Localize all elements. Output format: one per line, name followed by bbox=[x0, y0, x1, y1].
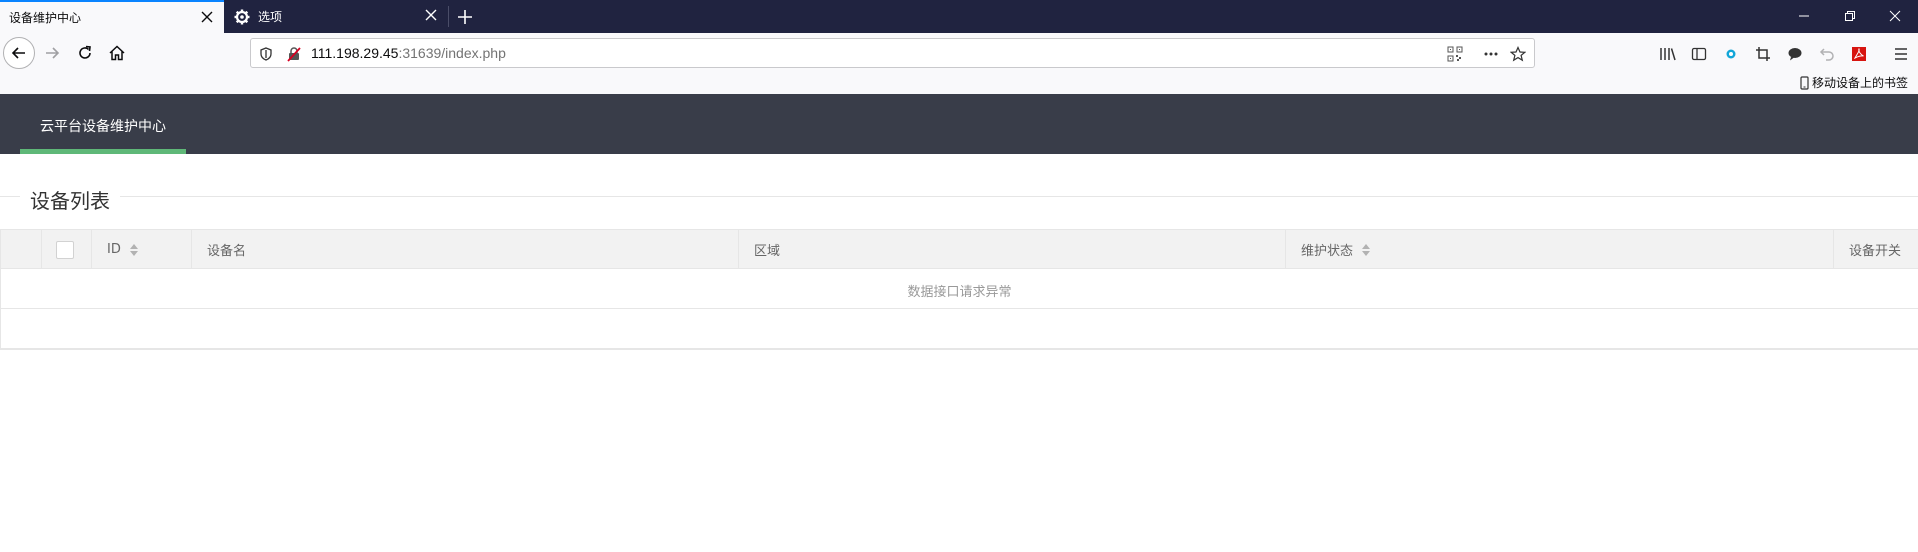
tab-title: 选项 bbox=[258, 10, 283, 24]
column-header-status[interactable]: 维护状态 bbox=[1286, 230, 1834, 269]
column-header-id[interactable]: ID bbox=[92, 230, 192, 269]
column-header-switch: 设备开关 bbox=[1834, 230, 1918, 269]
column-header-label: 设备开关 bbox=[1849, 244, 1902, 259]
tab-separator bbox=[448, 6, 449, 27]
arrow-left-icon bbox=[11, 47, 25, 59]
navigation-toolbar: 111.198.29.45:31639/index.php bbox=[0, 33, 1918, 73]
column-header-device-name: 设备名 bbox=[192, 230, 739, 269]
header-cell-blank bbox=[1, 230, 42, 269]
menu-icon[interactable] bbox=[1891, 44, 1911, 64]
close-icon bbox=[1889, 10, 1901, 21]
forward-button[interactable] bbox=[36, 37, 68, 69]
sidebar-icon[interactable] bbox=[1689, 44, 1709, 64]
window-close-button[interactable] bbox=[1872, 0, 1918, 31]
extension-blue-icon[interactable] bbox=[1721, 44, 1741, 64]
column-header-label: 维护状态 bbox=[1301, 244, 1354, 259]
undo-icon[interactable] bbox=[1817, 44, 1837, 64]
tab-options[interactable]: 选项 bbox=[224, 0, 448, 33]
header-cell-select bbox=[42, 230, 92, 269]
star-icon[interactable] bbox=[1509, 45, 1527, 63]
home-button[interactable] bbox=[101, 37, 133, 69]
nav-item-label: 云平台设备维护中心 bbox=[40, 119, 166, 135]
reload-icon bbox=[79, 45, 91, 59]
plus-icon[interactable] bbox=[455, 7, 475, 27]
column-header-label: 区域 bbox=[754, 244, 781, 259]
restore-icon bbox=[1845, 10, 1855, 21]
back-button[interactable] bbox=[3, 37, 35, 69]
url-text: 111.198.29.45:31639/index.php bbox=[311, 45, 506, 61]
url-bar[interactable]: 111.198.29.45:31639/index.php bbox=[250, 38, 1535, 68]
arrow-right-icon bbox=[46, 47, 60, 59]
close-icon[interactable] bbox=[200, 10, 214, 24]
device-table: ID 设备名 区域 维护状态 设备开关 数据接口请求异常 bbox=[0, 229, 1918, 350]
restore-button[interactable] bbox=[1827, 0, 1873, 31]
empty-message: 数据接口请求异常 bbox=[907, 285, 1012, 300]
close-icon[interactable] bbox=[424, 8, 438, 22]
sort-icon[interactable] bbox=[129, 243, 139, 257]
library-icon[interactable] bbox=[1658, 44, 1678, 64]
active-indicator bbox=[20, 149, 186, 154]
mobile-bookmarks-link[interactable]: 移动设备上的书签 bbox=[1800, 74, 1908, 91]
column-header-label: ID bbox=[107, 242, 121, 257]
more-actions-icon[interactable] bbox=[1482, 45, 1500, 63]
section-divider bbox=[0, 196, 1918, 197]
reload-button[interactable] bbox=[69, 37, 101, 69]
home-icon bbox=[109, 45, 125, 61]
column-header-region: 区域 bbox=[739, 230, 1286, 269]
section-title: 设备列表 bbox=[20, 185, 120, 214]
nav-item-device-center[interactable]: 云平台设备维护中心 bbox=[20, 94, 186, 154]
table-row-empty: 数据接口请求异常 bbox=[1, 269, 1918, 309]
bookmarks-bar: 移动设备上的书签 bbox=[0, 73, 1918, 94]
minimize-button[interactable] bbox=[1781, 0, 1827, 31]
app-header: 云平台设备维护中心 bbox=[0, 94, 1918, 154]
gear-icon bbox=[234, 9, 250, 24]
tab-device-center[interactable]: 设备维护中心 bbox=[0, 0, 224, 33]
url-path: :31639/index.php bbox=[398, 45, 506, 61]
crop-icon[interactable] bbox=[1753, 44, 1773, 64]
table-header: ID 设备名 区域 维护状态 设备开关 bbox=[1, 230, 1918, 269]
minimize-icon bbox=[1799, 15, 1809, 16]
shield-icon[interactable] bbox=[257, 45, 275, 63]
mobile-device-icon bbox=[1800, 75, 1809, 90]
table-row bbox=[1, 309, 1918, 349]
chat-icon[interactable] bbox=[1785, 44, 1805, 64]
insecure-lock-icon[interactable] bbox=[285, 45, 303, 63]
qr-code-icon[interactable] bbox=[1446, 45, 1464, 63]
tab-title: 设备维护中心 bbox=[9, 11, 82, 25]
sort-icon[interactable] bbox=[1361, 243, 1371, 257]
select-all-checkbox[interactable] bbox=[56, 240, 74, 259]
url-host: 111.198.29.45 bbox=[311, 45, 399, 61]
tab-strip: 设备维护中心 选项 bbox=[0, 0, 1918, 33]
pdf-icon[interactable] bbox=[1849, 44, 1869, 64]
mobile-bookmarks-label: 移动设备上的书签 bbox=[1811, 76, 1908, 90]
column-header-label: 设备名 bbox=[207, 244, 247, 259]
